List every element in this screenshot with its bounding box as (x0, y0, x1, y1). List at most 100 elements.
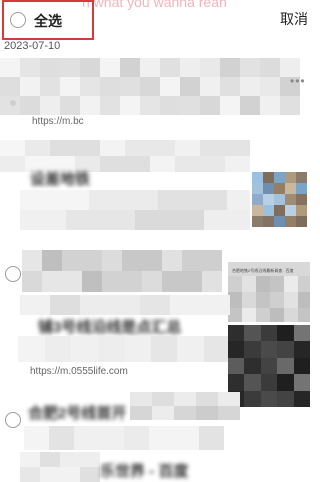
mosaic-tile (228, 325, 245, 342)
mosaic-tile (277, 325, 294, 342)
mosaic-tile (293, 357, 310, 375)
mosaic-tile (80, 58, 100, 77)
history-item-6-mosaic[interactable] (20, 452, 100, 482)
history-item-5-radio[interactable] (5, 412, 21, 428)
mosaic-tile (228, 276, 242, 292)
history-item-2-title: 设差地铁 (30, 171, 91, 188)
mosaic-tile (42, 250, 62, 271)
mosaic-tile (82, 271, 102, 292)
mosaic-tile (181, 210, 204, 230)
mosaic-tile (0, 58, 20, 77)
mosaic-tile (274, 194, 285, 205)
mosaic-tile (274, 216, 285, 227)
mosaic-tile (260, 341, 278, 358)
mosaic-tile (260, 325, 278, 342)
more-icon[interactable]: ••• (290, 74, 306, 88)
mosaic-tile (124, 426, 149, 450)
mosaic-tile (160, 77, 180, 96)
mosaic-tile (140, 295, 170, 315)
mosaic-tile (60, 96, 80, 115)
mosaic-tile (80, 96, 100, 115)
mosaic-tile (60, 58, 80, 77)
mosaic-tile (242, 292, 256, 308)
mosaic-tile (270, 308, 284, 322)
mosaic-tile (260, 357, 278, 375)
mosaic-tile (158, 190, 181, 210)
mosaic-tile (200, 140, 225, 156)
mosaic-tile (298, 276, 310, 292)
mosaic-tile (220, 58, 240, 77)
mosaic-tile (256, 276, 270, 292)
mosaic-tile (20, 190, 43, 210)
history-item-5-mosaic[interactable] (130, 392, 240, 420)
select-all-button[interactable]: 全选 (2, 0, 94, 40)
mosaic-tile (150, 140, 175, 156)
mosaic-tile (149, 426, 174, 450)
mosaic-tile (122, 250, 142, 271)
mosaic-tile (228, 292, 242, 308)
history-item-4-thumbnail (228, 325, 310, 407)
mosaic-tile (80, 467, 100, 482)
mosaic-tile (174, 392, 196, 406)
mosaic-tile (130, 392, 152, 406)
mosaic-tile (277, 390, 294, 407)
mosaic-tile (200, 96, 220, 115)
mosaic-tile (60, 467, 80, 482)
mosaic-tile (274, 183, 285, 194)
mosaic-tile (130, 406, 152, 420)
history-item-4-mosaic[interactable] (18, 336, 230, 362)
mosaic-tile (20, 210, 43, 230)
mosaic-tile (22, 250, 42, 271)
mosaic-tile (162, 250, 182, 271)
mosaic-tile (228, 341, 245, 358)
history-item-1-mosaic[interactable] (0, 58, 300, 115)
mosaic-tile (175, 156, 200, 172)
mosaic-tile (25, 140, 50, 156)
mosaic-tile (285, 216, 296, 227)
mosaic-tile (152, 392, 174, 406)
mosaic-tile (277, 357, 294, 375)
mosaic-tile (140, 58, 160, 77)
mosaic-tile (218, 406, 240, 420)
mosaic-tile (200, 77, 220, 96)
history-item-3-mosaic-b[interactable] (20, 295, 230, 315)
mosaic-tile (0, 96, 20, 115)
mosaic-tile (140, 77, 160, 96)
mosaic-tile (100, 96, 120, 115)
mosaic-tile (80, 77, 100, 96)
mosaic-tile (40, 58, 60, 77)
mosaic-tile (252, 216, 263, 227)
mosaic-tile (124, 336, 151, 362)
mosaic-tile (24, 426, 49, 450)
mosaic-tile (256, 292, 270, 308)
mosaic-tile (200, 58, 220, 77)
history-item-2-mosaic-b[interactable] (20, 190, 250, 230)
mosaic-tile (100, 140, 125, 156)
history-item-3-radio[interactable] (5, 266, 21, 282)
mosaic-tile (100, 77, 120, 96)
mosaic-tile (293, 374, 310, 391)
mosaic-tile (60, 77, 80, 96)
mosaic-tile (22, 271, 42, 292)
mosaic-tile (162, 271, 182, 292)
mosaic-tile (242, 308, 256, 322)
select-all-radio[interactable] (10, 12, 26, 28)
mosaic-tile (175, 140, 200, 156)
history-item-5-mosaic-b[interactable] (24, 426, 224, 450)
mosaic-tile (244, 325, 261, 342)
mosaic-tile (152, 406, 174, 420)
mosaic-tile (260, 374, 278, 391)
mosaic-tile (174, 406, 196, 420)
header-background-text: n what you wanna rean (82, 0, 227, 10)
mosaic-tile (263, 194, 274, 205)
mosaic-tile (242, 276, 256, 292)
mosaic-tile (200, 156, 225, 172)
mosaic-tile (284, 308, 298, 322)
cancel-button[interactable]: 取消 (280, 9, 308, 29)
mosaic-tile (244, 341, 261, 358)
mosaic-tile (252, 194, 263, 205)
history-item-3-mosaic[interactable] (22, 250, 222, 292)
mosaic-tile (228, 374, 245, 391)
mosaic-tile (296, 205, 307, 216)
mosaic-tile (260, 58, 280, 77)
